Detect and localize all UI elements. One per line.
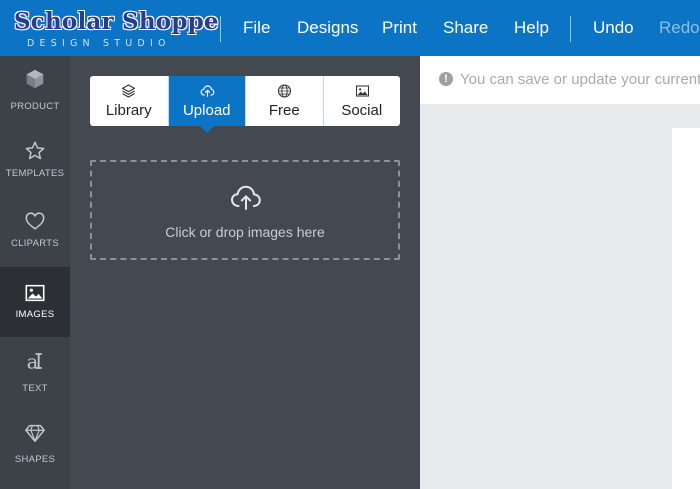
design-canvas[interactable] <box>672 128 700 489</box>
menu-designs[interactable]: Designs <box>297 18 358 38</box>
heart-icon <box>25 212 45 230</box>
sidebar-item-label: TEXT <box>22 383 48 394</box>
images-panel: Library Upload Free Social Click or drop… <box>70 56 420 489</box>
tab-label: Social <box>341 102 383 119</box>
tab-label: Library <box>105 102 152 119</box>
image-dropzone[interactable]: Click or drop images here <box>90 160 400 260</box>
tab-label: Upload <box>182 102 231 119</box>
sidebar-item-label: PRODUCT <box>10 101 60 112</box>
cloud-upload-icon <box>200 85 214 97</box>
tool-sidebar: PRODUCT TEMPLATES CLIPARTS IMAGES a TEXT <box>0 56 70 489</box>
sidebar-item-label: CLIPARTS <box>11 238 59 249</box>
tab-upload[interactable]: Upload <box>167 76 245 133</box>
logo-title: Scholar Shoppe <box>14 8 219 35</box>
menu-help[interactable]: Help <box>514 18 549 38</box>
dropzone-text: Click or drop images here <box>165 224 325 240</box>
sidebar-item-images[interactable]: IMAGES <box>0 267 70 337</box>
cloud-upload-icon <box>230 185 261 210</box>
tab-library[interactable]: Library <box>90 76 168 126</box>
design-workspace[interactable] <box>420 104 700 489</box>
tab-label: Free <box>268 102 300 119</box>
menu-share[interactable]: Share <box>443 18 488 38</box>
undo-button[interactable]: Undo <box>593 18 634 38</box>
tab-free[interactable]: Free <box>245 76 323 126</box>
sidebar-item-label: IMAGES <box>15 309 55 320</box>
cube-icon <box>26 69 44 89</box>
top-bar: Scholar Shoppe DESIGN STUDIO File Design… <box>0 0 700 56</box>
save-notice-text: You can save or update your current <box>460 71 700 88</box>
diamond-icon <box>25 424 45 442</box>
image-icon <box>25 284 45 302</box>
image-source-tabs: Library Upload Free Social <box>90 76 401 133</box>
sidebar-item-cliparts[interactable]: CLIPARTS <box>0 196 70 266</box>
menu-divider <box>220 16 221 42</box>
sidebar-item-templates[interactable]: TEMPLATES <box>0 126 70 196</box>
menu-file[interactable]: File <box>243 18 270 38</box>
picture-icon <box>355 85 369 97</box>
menu-print[interactable]: Print <box>382 18 417 38</box>
sidebar-item-label: SHAPES <box>14 454 56 465</box>
menu-divider <box>570 16 571 42</box>
globe-icon <box>277 84 292 98</box>
app-logo[interactable]: Scholar Shoppe DESIGN STUDIO <box>14 8 219 52</box>
redo-button[interactable]: Redo <box>659 18 700 38</box>
sidebar-item-shapes[interactable]: SHAPES <box>0 413 70 483</box>
save-notice-bar: ! You can save or update your current <box>420 56 700 104</box>
logo-subtitle: DESIGN STUDIO <box>27 38 171 49</box>
layers-icon <box>121 84 136 98</box>
sidebar-item-product[interactable]: PRODUCT <box>0 56 70 126</box>
sidebar-item-text[interactable]: a TEXT <box>0 342 70 412</box>
star-icon <box>25 141 45 160</box>
info-icon: ! <box>439 72 453 86</box>
text-icon: a <box>27 350 42 372</box>
tab-social[interactable]: Social <box>322 76 401 126</box>
sidebar-item-label: TEMPLATES <box>5 168 65 179</box>
